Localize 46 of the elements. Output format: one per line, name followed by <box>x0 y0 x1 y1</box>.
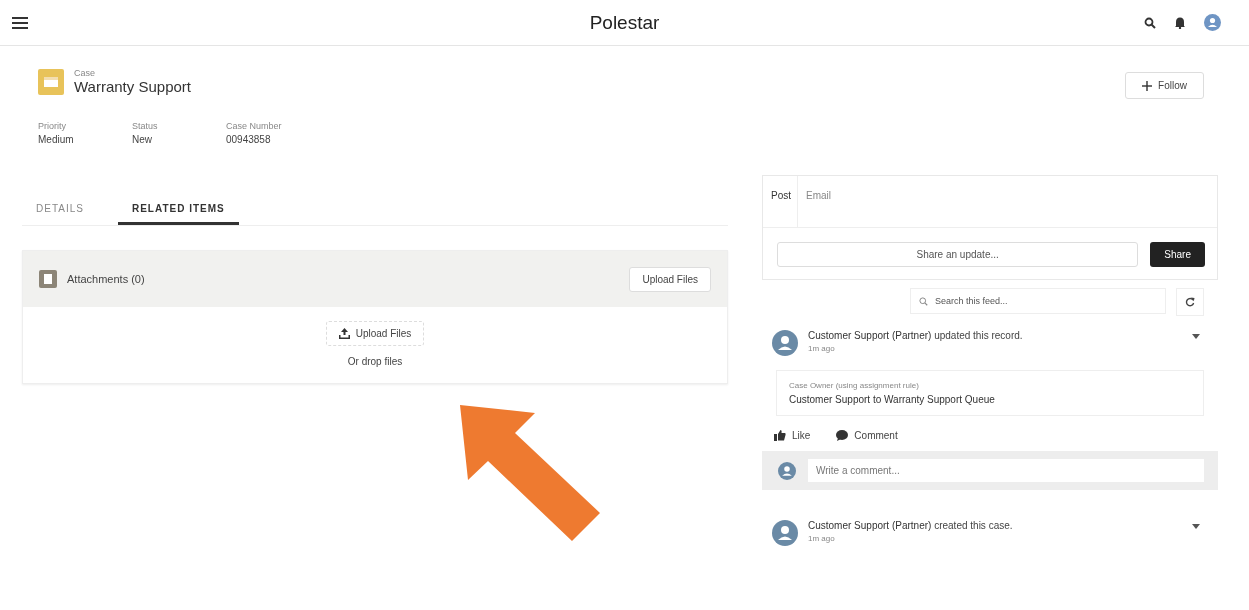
field-value: 00943858 <box>226 134 272 145</box>
feed-search-field[interactable]: Search this feed... <box>910 288 1166 314</box>
refresh-icon <box>1185 297 1195 307</box>
timestamp: 1m ago <box>808 534 836 543</box>
share-button[interactable]: Share <box>1150 242 1205 267</box>
like-button[interactable]: Like <box>774 430 811 441</box>
comment-field[interactable]: Write a comment... <box>808 459 1204 482</box>
speech-bubble-icon <box>836 430 849 441</box>
avatar-icon <box>772 330 798 356</box>
menu-icon[interactable] <box>12 16 28 29</box>
avatar-icon <box>778 461 796 480</box>
feed-item-text: Customer Support (Partner) updated this record. <box>808 330 1024 341</box>
drop-hint: Or drop files <box>347 356 403 367</box>
search-icon[interactable] <box>1144 16 1156 29</box>
app-title: Polestar <box>589 11 660 34</box>
caret-icon[interactable] <box>1192 334 1200 339</box>
bell-icon[interactable] <box>1174 16 1186 29</box>
tab[interactable]: RELATED ITEMS <box>117 195 239 225</box>
follow-button[interactable]: Follow <box>1125 72 1204 99</box>
plus-icon <box>1142 80 1153 91</box>
change-label: Case Owner (using assignment rule) <box>789 381 920 390</box>
tab[interactable]: DETAILS <box>36 195 84 225</box>
thumbs-up-icon <box>774 430 786 441</box>
comment-button[interactable]: Comment <box>836 430 898 441</box>
case-icon <box>38 68 64 95</box>
publisher-tab[interactable]: Email <box>798 176 838 227</box>
share-field[interactable]: Share an update... <box>777 242 1139 267</box>
card-title: Attachments (0) <box>67 273 146 285</box>
upload-icon <box>338 328 350 339</box>
feed-item-text: Customer Support (Partner) created this case. <box>808 520 1014 531</box>
timestamp: 1m ago <box>808 344 836 353</box>
refresh-button[interactable] <box>1176 288 1204 316</box>
change-value: Customer Support to Warranty Support Queue <box>789 394 996 405</box>
field-value: Medium <box>38 134 75 145</box>
field-label: Case Number <box>226 121 283 131</box>
avatar-icon[interactable] <box>1204 14 1221 31</box>
object-label: Case <box>74 68 96 78</box>
field-value: New <box>132 134 153 145</box>
file-icon <box>39 270 57 288</box>
caret-icon[interactable] <box>1192 524 1200 529</box>
upload-files-button[interactable]: Upload Files <box>325 321 425 346</box>
upload-files-button[interactable]: Upload Files <box>629 266 711 292</box>
field-label: Status <box>132 121 159 131</box>
avatar-icon <box>772 520 798 546</box>
record-title: Warranty Support <box>74 78 191 95</box>
field-label: Priority <box>38 121 67 131</box>
